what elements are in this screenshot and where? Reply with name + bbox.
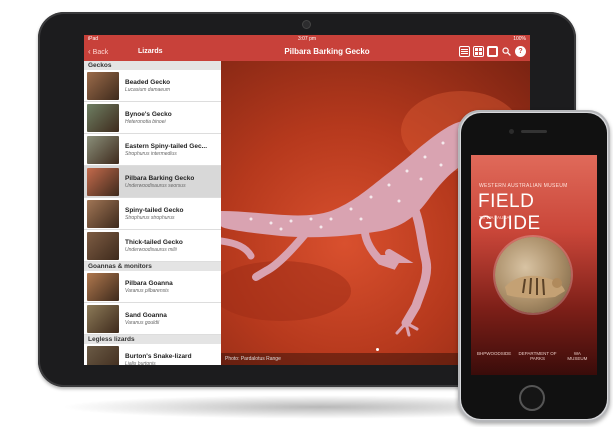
iphone-camera [509,129,514,134]
list-view-icon[interactable] [459,46,470,57]
species-common-name: Bynoe's Gecko [125,110,172,118]
species-thumbnail [87,103,119,132]
species-scientific-name: Underwoodisaurus seorsus [125,182,186,189]
page-indicator [375,348,379,351]
species-thumbnail [87,199,119,228]
species-common-name: Pilbara Goanna [125,279,173,287]
species-common-name: Eastern Spiny-tailed Gec... [125,142,207,150]
chevron-left-icon: ‹ [88,47,91,56]
species-list-item[interactable]: Pilbara Barking Gecko Underwoodisaurus se… [84,166,221,198]
splash-subtitle: WESTERN AUSTRALIAN MUSEUM [479,183,568,189]
species-scientific-name: Varanus pilbarensis [125,287,169,294]
iphone-face: WESTERN AUSTRALIAN MUSEUM FIELD GUIDE TO… [461,113,607,419]
species-list-item[interactable]: Spiny-tailed Gecko Strophurus strophurus [84,198,221,230]
species-scientific-name: Varanus gouldii [125,319,160,326]
species-thumbnail [87,345,119,365]
navigation-bar: ‹ Back Lizards Pilbara Barking Gecko ? [84,43,530,61]
species-thumbnail [87,304,119,333]
species-scientific-name: Strophurus strophurus [125,214,175,221]
species-common-name: Beaded Gecko [125,78,171,86]
sponsor-logos: BHP WOODSIDE DEPARTMENT OF PARKS WA MUSE… [477,351,591,361]
species-thumbnail [87,167,119,196]
species-text: Pilbara Goanna Varanus pilbarensis [125,279,173,295]
species-thumbnail [87,71,119,100]
sponsor-logo: WA MUSEUM [567,351,588,361]
species-text: Sand Goanna Varanus gouldii [125,311,167,327]
clock-label: 3:07 pm [297,36,317,42]
battery-label: 100% [513,36,526,42]
grid-view-icon[interactable] [473,46,484,57]
detail-title: Pilbara Barking Gecko [284,47,370,56]
help-icon[interactable]: ? [515,46,526,57]
species-scientific-name: Heteronotia binoei [125,118,166,125]
sponsor-logo: WOODSIDE [486,351,512,356]
species-scientific-name: Lialis burtonis [125,360,156,366]
species-list[interactable]: Geckos Beaded Gecko Lucasium damaeum Bynoe'… [84,61,222,365]
section-header: Geckos [84,61,221,70]
ipad-camera [302,20,311,29]
species-scientific-name: Lucasium damaeum [125,86,171,93]
section-header: Goannas & monitors [84,262,221,271]
species-thumbnail [87,272,119,301]
species-list-item[interactable]: Sand Goanna Varanus gouldii [84,303,221,335]
nav-toolbar: ? [459,46,526,58]
species-list-item[interactable]: Pilbara Goanna Varanus pilbarensis [84,271,221,303]
species-text: Burton's Snake-lizard Lialis burtonis [125,352,192,366]
iphone-splash-screen: WESTERN AUSTRALIAN MUSEUM FIELD GUIDE TO… [471,155,597,375]
back-button[interactable]: ‹ Back [88,43,108,61]
thylacine-image [495,237,571,313]
section-header: Legless lizards [84,335,221,344]
species-thumbnail [87,135,119,164]
species-list-item[interactable]: Burton's Snake-lizard Lialis burtonis [84,344,221,365]
species-text: Spiny-tailed Gecko Strophurus strophurus [125,206,184,222]
sponsor-logo: BHP [477,351,487,356]
species-common-name: Thick-tailed Gecko [125,238,183,246]
species-text: Bynoe's Gecko Heteronotia binoei [125,110,172,126]
species-list-item[interactable]: Beaded Gecko Lucasium damaeum [84,70,221,102]
splash-title: FIELD GUIDE [478,191,541,234]
status-bar: iPad 3:07 pm 100% [84,35,530,43]
species-scientific-name: Strophurus intermedius [125,150,177,157]
species-thumbnail [87,231,119,260]
species-common-name: Sand Goanna [125,311,167,319]
species-text: Thick-tailed Gecko Underwoodisaurus milii [125,238,183,254]
species-list-item[interactable]: Bynoe's Gecko Heteronotia binoei [84,102,221,134]
sponsor-logo: DEPARTMENT OF PARKS [518,351,557,361]
species-text: Pilbara Barking Gecko Underwoodisaurus se… [125,174,194,190]
species-list-item[interactable]: Eastern Spiny-tailed Gec... Strophurus in… [84,134,221,166]
species-common-name: Pilbara Barking Gecko [125,174,195,182]
species-common-name: Burton's Snake-lizard [125,352,192,360]
species-scientific-name: Underwoodisaurus milii [125,246,177,253]
species-list-item[interactable]: Thick-tailed Gecko Underwoodisaurus milii [84,230,221,262]
detail-view-icon[interactable] [487,46,498,57]
search-icon[interactable] [501,46,512,57]
list-title: Lizards [138,48,163,55]
species-common-name: Spiny-tailed Gecko [125,206,184,214]
splash-tagline: TO WA FAUNA [479,215,510,220]
back-button-label: Back [92,49,109,56]
species-text: Eastern Spiny-tailed Gec... Strophurus in… [125,142,207,158]
species-text: Beaded Gecko Lucasium damaeum [125,78,170,94]
iphone-device: WESTERN AUSTRALIAN MUSEUM FIELD GUIDE TO… [458,110,610,422]
home-button[interactable] [519,385,545,411]
iphone-speaker [521,130,547,133]
